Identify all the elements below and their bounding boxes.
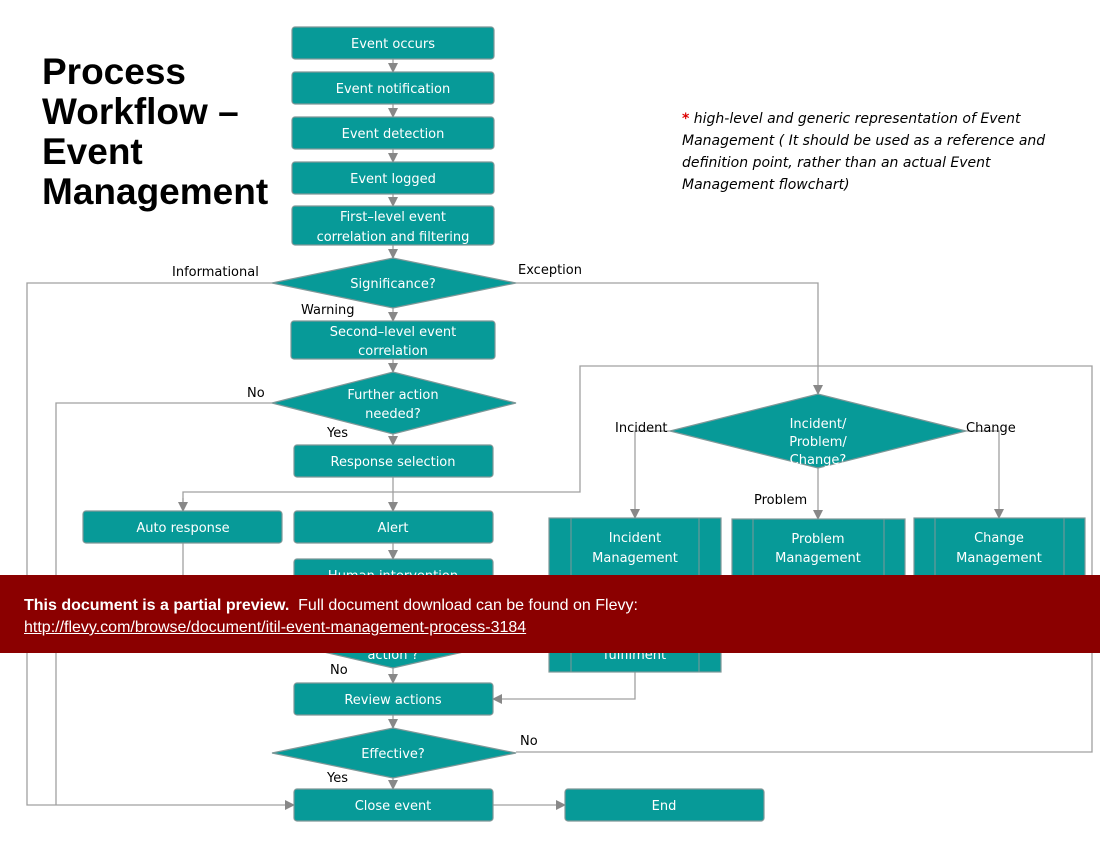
svg-text:Close event: Close event — [355, 799, 432, 814]
svg-text:Management: Management — [956, 551, 1042, 566]
node-first-level-correlation: First–level event correlation and filteri… — [291, 205, 495, 246]
download-link[interactable]: http://flevy.com/browse/document/itil-ev… — [24, 619, 526, 636]
svg-text:Further action: Further action — [347, 388, 438, 403]
decision-effective: Effective? — [271, 727, 517, 779]
svg-text:No: No — [330, 663, 348, 678]
svg-text:Management: Management — [775, 551, 861, 566]
flowchart: Event occurs Event notification Event de… — [26, 26, 1093, 822]
svg-text:Incident: Incident — [609, 531, 661, 546]
node-end: End — [564, 788, 765, 822]
svg-text:Event occurs: Event occurs — [351, 37, 435, 52]
svg-text:Auto response: Auto response — [136, 521, 229, 536]
svg-text:Exception: Exception — [518, 263, 582, 278]
decision-incident-problem-change: Incident/Problem/Change? — [669, 393, 967, 469]
svg-text:Alert: Alert — [378, 521, 409, 536]
node-event-logged: Event logged — [291, 161, 495, 195]
node-event-notification: Event notification — [291, 71, 495, 105]
svg-text:correlation: correlation — [358, 344, 428, 359]
svg-text:Change: Change — [974, 531, 1024, 546]
svg-text:Incident/: Incident/ — [790, 417, 847, 432]
decision-significance: Significance? — [271, 257, 517, 309]
svg-text:Informational: Informational — [172, 265, 259, 280]
svg-text:Problem/: Problem/ — [789, 435, 847, 450]
svg-text:Problem: Problem — [791, 532, 844, 547]
svg-text:Change?: Change? — [790, 453, 847, 468]
svg-text:Response selection: Response selection — [331, 455, 456, 470]
svg-text:End: End — [652, 799, 677, 814]
decision-further-action: Further action needed? — [271, 371, 517, 435]
node-auto-response: Auto response — [82, 510, 283, 544]
node-event-detection: Event detection — [291, 116, 495, 150]
svg-text:Yes: Yes — [326, 426, 348, 441]
svg-text:No: No — [520, 734, 538, 749]
svg-text:Significance?: Significance? — [350, 277, 436, 292]
svg-text:First–level event: First–level event — [340, 210, 446, 225]
svg-text:Warning: Warning — [301, 303, 354, 318]
node-review-actions: Review actions — [293, 682, 494, 716]
svg-text:Incident: Incident — [615, 421, 667, 436]
svg-text:Effective?: Effective? — [361, 747, 425, 762]
svg-text:Second–level event: Second–level event — [330, 325, 456, 340]
svg-text:Management: Management — [592, 551, 678, 566]
svg-text:correlation and filtering: correlation and filtering — [317, 230, 470, 245]
svg-text:Event detection: Event detection — [342, 127, 445, 142]
svg-text:Yes: Yes — [326, 771, 348, 786]
svg-text:needed?: needed? — [365, 407, 421, 422]
svg-text:Problem: Problem — [754, 493, 807, 508]
preview-banner: This document is a partial preview. Full… — [0, 575, 1100, 653]
svg-text:Review actions: Review actions — [344, 693, 442, 708]
node-response-selection: Response selection — [293, 444, 494, 478]
node-alert: Alert — [293, 510, 494, 544]
svg-text:No: No — [247, 386, 265, 401]
svg-text:Event logged: Event logged — [350, 172, 436, 187]
node-second-level-correlation: Second–level event correlation — [290, 320, 496, 360]
svg-text:Event notification: Event notification — [336, 82, 450, 97]
svg-text:Change: Change — [966, 421, 1016, 436]
node-event-occurs: Event occurs — [291, 26, 495, 60]
node-close-event: Close event — [293, 788, 494, 822]
